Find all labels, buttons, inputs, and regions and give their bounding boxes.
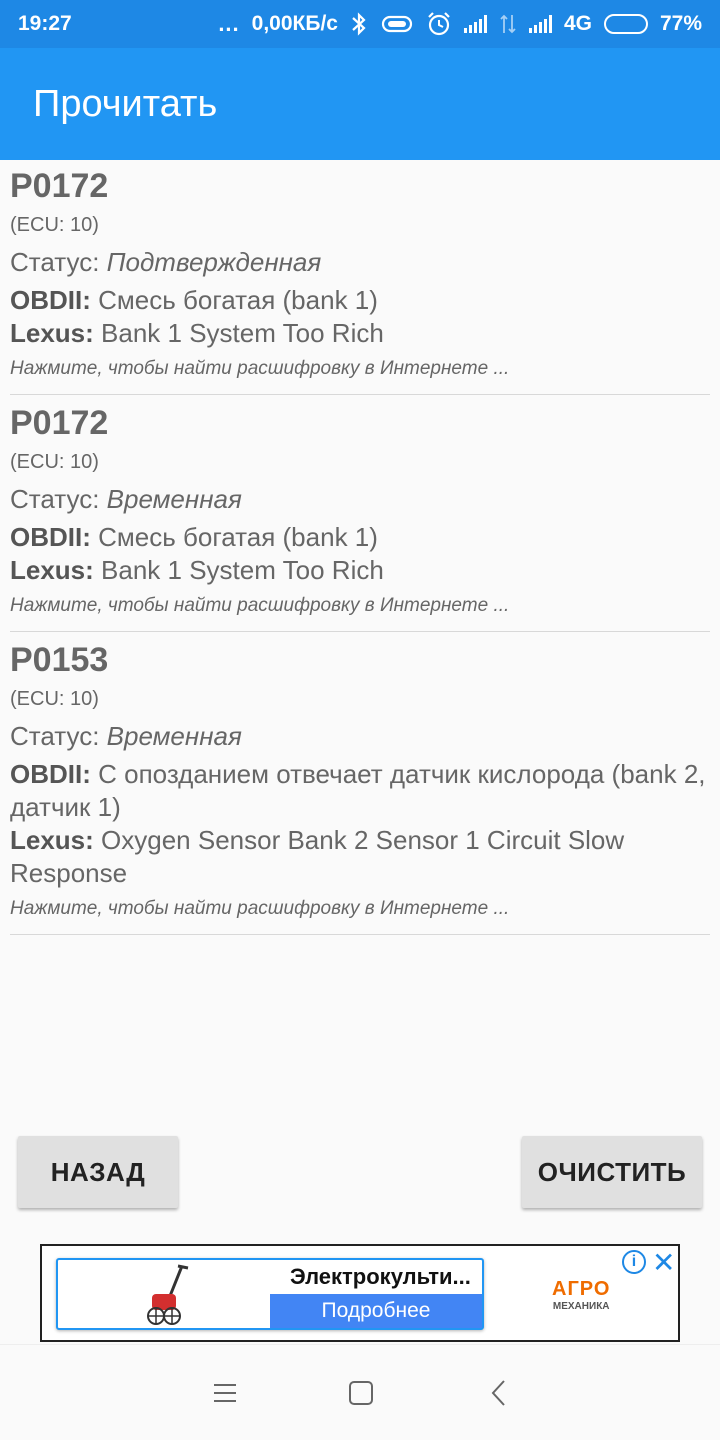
make-text: Bank 1 System Too Rich [93, 555, 384, 585]
make-description: Lexus: Bank 1 System Too Rich [10, 317, 710, 350]
obd-description: OBDII: Смесь богатая (bank 1) [10, 284, 710, 317]
clear-button[interactable]: ОЧИСТИТЬ [522, 1136, 702, 1208]
make-label: Lexus: [10, 825, 94, 855]
obd-label: OBDII: [10, 522, 91, 552]
status-value: Временная [106, 484, 242, 514]
make-label: Lexus: [10, 318, 94, 348]
code-status: Статус: Временная [10, 720, 710, 752]
data-transfer-icon [500, 14, 516, 34]
battery-percent: 77% [659, 12, 702, 35]
make-label: Lexus: [10, 555, 94, 585]
trouble-code-item[interactable]: P0153 (ECU: 10) Статус: Временная OBDII:… [10, 640, 710, 935]
code-status: Статус: Временная [10, 483, 710, 515]
cultivator-image [147, 1264, 189, 1325]
ecu-id: (ECU: 10) [10, 214, 99, 236]
status-label: Статус: [10, 721, 107, 751]
code-status: Статус: Подтвержденная [10, 246, 710, 278]
menu-icon[interactable] [185, 1345, 265, 1440]
home-icon[interactable] [321, 1345, 401, 1440]
bluetooth-icon [352, 12, 366, 36]
make-text: Bank 1 System Too Rich [93, 318, 384, 348]
ecu-id: (ECU: 10) [10, 688, 99, 710]
trouble-code: P0172 [10, 404, 109, 442]
ad-brand-logo: АГРО МЕХАНИКА [552, 1278, 610, 1312]
ad-banner[interactable]: Электрокульти... Подробнее АГРО МЕХАНИКА… [40, 1244, 680, 1342]
ad-info-icon[interactable]: i [622, 1250, 646, 1274]
ad-title: Электрокульти... [290, 1264, 471, 1289]
search-hint: Нажмите, чтобы найти расшифровку в Интер… [10, 358, 510, 379]
make-description: Lexus: Oxygen Sensor Bank 2 Sensor 1 Cir… [10, 824, 710, 890]
battery-icon [603, 14, 648, 34]
trouble-code-item[interactable]: P0172 (ECU: 10) Статус: Временная OBDII:… [10, 403, 710, 632]
ad-card[interactable]: Электрокульти... Подробнее [56, 1258, 484, 1330]
obd-description: OBDII: С опозданием отвечает датчик кисл… [10, 758, 710, 824]
back-nav-icon[interactable] [459, 1345, 539, 1440]
ad-logo-bottom: МЕХАНИКА [552, 1301, 610, 1312]
signal-strength-icon [463, 15, 487, 33]
trouble-code: P0153 [10, 641, 109, 679]
network-speed: 0,00КБ/с [251, 12, 338, 35]
search-hint: Нажмите, чтобы найти расшифровку в Интер… [10, 898, 510, 919]
ad-logo-top: АГРО [552, 1278, 611, 1300]
ad-more-button[interactable]: Подробнее [270, 1294, 482, 1328]
back-button[interactable]: НАЗАД [18, 1136, 178, 1208]
page-title: Прочитать [33, 82, 218, 125]
obd-label: OBDII: [10, 759, 91, 789]
obd-label: OBDII: [10, 285, 91, 315]
app-bar: Прочитать [0, 48, 720, 160]
vibrate-icon [381, 15, 413, 33]
obd-text: С опозданием отвечает датчик кислорода (… [10, 759, 706, 822]
clock: 19:27 [18, 12, 72, 35]
obd-text: Смесь богатая (bank 1) [90, 285, 378, 315]
alarm-icon [428, 12, 450, 36]
status-bar: 19:27 ... 0,00КБ/с 4G 77% [0, 0, 720, 48]
search-hint: Нажмите, чтобы найти расшифровку в Интер… [10, 595, 510, 616]
trouble-code-item[interactable]: P0172 (ECU: 10) Статус: Подтвержденная O… [10, 166, 710, 395]
obd-description: OBDII: Смесь богатая (bank 1) [10, 521, 710, 554]
more-notifications-icon: ... [218, 11, 240, 36]
make-description: Lexus: Bank 1 System Too Rich [10, 554, 710, 587]
obd-text: Смесь богатая (bank 1) [90, 522, 378, 552]
trouble-code: P0172 [10, 167, 109, 205]
ad-close-icon[interactable]: ✕ [652, 1246, 675, 1279]
signal-strength-icon-2 [528, 15, 552, 33]
make-text: Oxygen Sensor Bank 2 Sensor 1 Circuit Sl… [10, 825, 625, 888]
trouble-code-list: P0172 (ECU: 10) Статус: Подтвержденная O… [10, 166, 710, 943]
ecu-id: (ECU: 10) [10, 451, 99, 473]
status-value: Подтвержденная [106, 247, 322, 277]
status-label: Статус: [10, 484, 107, 514]
status-value: Временная [106, 721, 242, 751]
status-label: Статус: [10, 247, 107, 277]
system-nav-bar [0, 1344, 720, 1440]
network-type: 4G [563, 12, 592, 35]
